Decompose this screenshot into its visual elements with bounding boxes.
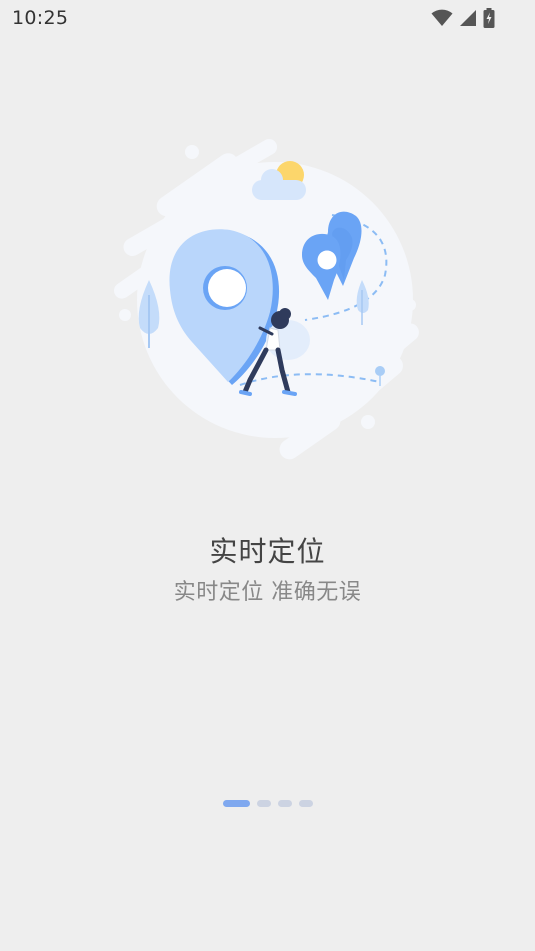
location-pins-illustration: [100, 130, 440, 470]
wifi-icon: [431, 9, 453, 27]
status-bar: 10:25: [0, 0, 535, 36]
onboarding-title: 实时定位: [209, 535, 326, 568]
page-dot-3[interactable]: [277, 800, 292, 807]
page-dot-4[interactable]: [298, 800, 313, 807]
page-indicator: [0, 800, 535, 807]
onboarding-subtitle: 实时定位 准确无误: [173, 580, 362, 605]
page-dot-2[interactable]: [256, 800, 271, 807]
cellular-signal-icon: [459, 9, 477, 27]
status-time: 10:25: [12, 7, 69, 29]
status-icons: [431, 7, 495, 29]
battery-charging-icon: [483, 8, 495, 28]
page-dot-1[interactable]: [222, 800, 250, 807]
